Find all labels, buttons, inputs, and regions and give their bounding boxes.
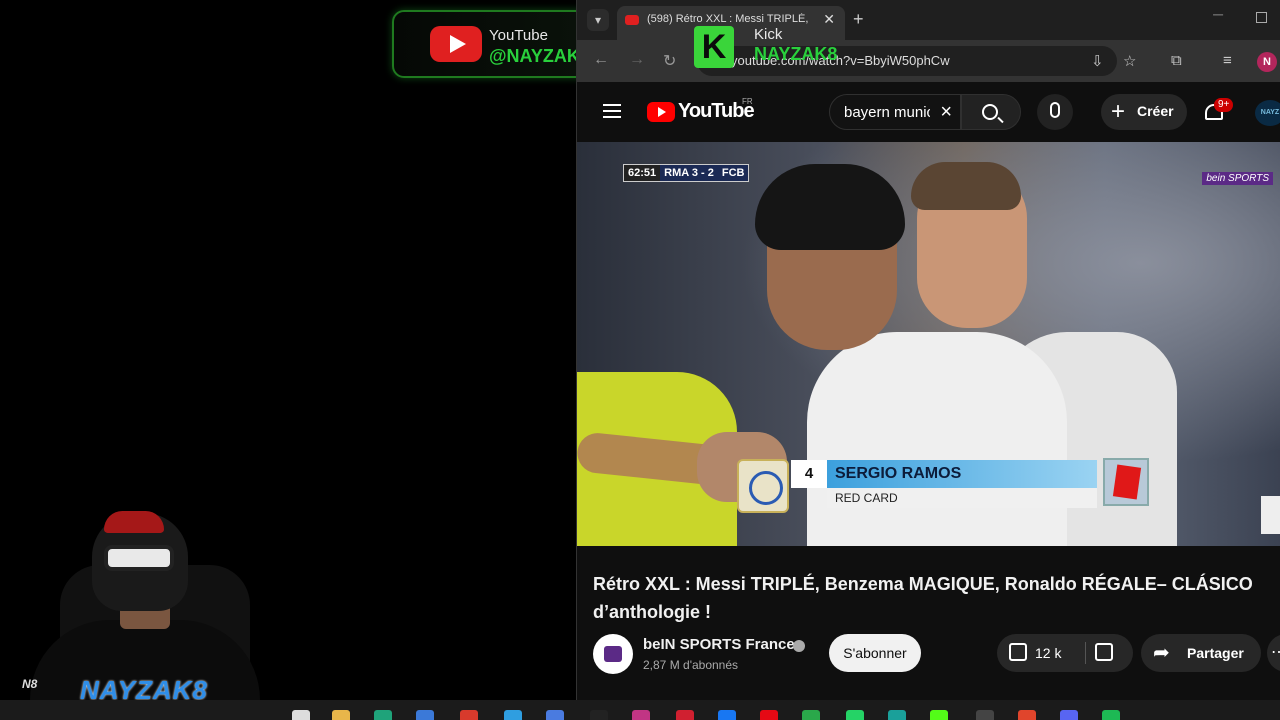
- taskbar-app-icon[interactable]: [460, 710, 478, 720]
- channel-avatar[interactable]: [593, 634, 633, 674]
- card-caption: RED CARD: [827, 488, 1097, 508]
- overlay-kick-handle: NAYZAK8: [754, 44, 838, 64]
- microphone-icon: [1050, 102, 1060, 118]
- minimize-icon[interactable]: ─: [1213, 6, 1223, 22]
- player-lower-third: 4 SERGIO RAMOS RED CARD: [737, 456, 1152, 514]
- subscriber-count: 2,87 M d'abonnés: [643, 658, 739, 672]
- webcam-feed: N8 NAYZAK8: [0, 495, 290, 720]
- region-code: FR: [742, 97, 753, 106]
- search-value: bayern munich: [844, 104, 930, 121]
- maximize-icon[interactable]: [1256, 12, 1267, 23]
- shirt-small-logo: N8: [22, 677, 38, 691]
- verified-check-icon: [793, 640, 805, 652]
- youtube-handle-overlay: YouTube @NAYZAK8: [392, 10, 592, 78]
- thumbs-up-icon[interactable]: [1009, 643, 1027, 661]
- endscreen-thumbnail[interactable]: [1261, 496, 1280, 534]
- bookmark-star-icon[interactable]: ☆: [1123, 52, 1136, 70]
- forward-arrow-icon[interactable]: →: [629, 51, 645, 69]
- youtube-header: YouTube FR bayern munich × + Créer 9+ NA…: [577, 82, 1280, 142]
- taskbar-app-icon[interactable]: [976, 710, 994, 720]
- plus-icon: +: [1111, 98, 1126, 125]
- match-clock: 62:51: [624, 165, 661, 181]
- overlay-kick-brand: Kick: [754, 26, 783, 43]
- youtube-logo-icon: [430, 26, 482, 62]
- kick-handle-overlay: K Kick NAYZAK8: [690, 22, 860, 72]
- subscribe-button[interactable]: S'abonner: [829, 634, 921, 672]
- like-count[interactable]: 12 k: [1035, 645, 1061, 661]
- thumbs-down-icon[interactable]: [1095, 643, 1113, 661]
- taskbar-kick-icon[interactable]: [930, 710, 948, 720]
- extensions-icon[interactable]: ⧉: [1171, 52, 1182, 69]
- helmet-red-top: [104, 511, 164, 533]
- taskbar-app-icon[interactable]: [888, 710, 906, 720]
- taskbar-discord-icon[interactable]: [1060, 710, 1078, 720]
- red-card-icon: [1103, 458, 1149, 506]
- address-toolbar: ← → ↻ youtube.com/watch?v=BbyiW50phCw ⇩ …: [577, 40, 1280, 82]
- share-button[interactable]: ➦ Partager: [1141, 634, 1261, 672]
- broadcaster-logo: bein SPORTS: [1202, 172, 1273, 185]
- search-input[interactable]: bayern munich ×: [829, 94, 961, 130]
- profile-avatar[interactable]: N: [1257, 52, 1277, 72]
- back-arrow-icon[interactable]: ←: [593, 51, 609, 69]
- channel-name[interactable]: beIN SPORTS France: [643, 636, 795, 653]
- create-label: Créer: [1137, 103, 1174, 119]
- video-title: Rétro XXL : Messi TRIPLÉ, Benzema MAGIQU…: [593, 574, 1253, 622]
- install-app-icon[interactable]: ⇩: [1091, 52, 1104, 70]
- screen: YouTube @NAYZAK8 N8 NAYZAK8 ▾ (598) Rétr…: [0, 0, 1280, 720]
- overlay-youtube-handle: @NAYZAK8: [489, 46, 590, 66]
- taskbar-app-icon[interactable]: [590, 710, 608, 720]
- create-button[interactable]: + Créer: [1101, 94, 1187, 130]
- clear-search-icon[interactable]: ×: [940, 101, 952, 124]
- opponent-team: FCB: [721, 167, 745, 179]
- player-name: SERGIO RAMOS: [827, 460, 1097, 488]
- youtube-logo-icon[interactable]: [647, 102, 675, 122]
- tab-search-dropdown-icon[interactable]: ▾: [587, 9, 609, 31]
- taskbar-chrome-icon[interactable]: [1018, 710, 1036, 720]
- real-madrid-crest-icon: [737, 459, 789, 513]
- video-player[interactable]: 62:51 RMA 3 - 2 FCB bein SPORTS 4 SERGIO…: [577, 142, 1280, 546]
- taskbar-app-icon[interactable]: [802, 710, 820, 720]
- overlay-youtube-brand: YouTube: [489, 27, 548, 44]
- taskbar-facebook-icon[interactable]: [718, 710, 736, 720]
- player-number: 4: [791, 460, 827, 488]
- reload-icon[interactable]: ↻: [663, 51, 676, 71]
- taskbar-app-icon[interactable]: [504, 710, 522, 720]
- youtube-favicon-icon: [625, 15, 639, 25]
- taskbar-file-icon[interactable]: [292, 710, 310, 720]
- account-avatar[interactable]: NAYZ: [1255, 100, 1280, 126]
- player-ramos-hair: [911, 162, 1021, 210]
- taskbar-store-icon[interactable]: [416, 710, 434, 720]
- menu-hamburger-icon[interactable]: [603, 104, 621, 118]
- taskbar-whatsapp-icon[interactable]: [846, 710, 864, 720]
- taskbar-app-icon[interactable]: [676, 710, 694, 720]
- more-actions-icon[interactable]: ⋯: [1267, 634, 1280, 672]
- like-dislike-group: 12 k: [997, 634, 1133, 672]
- taskbar-spotify-icon[interactable]: [1102, 710, 1120, 720]
- taskbar-instagram-icon[interactable]: [632, 710, 650, 720]
- taskbar-folder-icon[interactable]: [332, 710, 350, 720]
- taskbar-app-icon[interactable]: [546, 710, 564, 720]
- helmet-visor: [104, 545, 174, 571]
- share-arrow-icon: ➦: [1153, 642, 1170, 664]
- taskbar: [0, 700, 1280, 720]
- taskbar-app-icon[interactable]: [374, 710, 392, 720]
- voice-search-button[interactable]: [1037, 94, 1073, 130]
- browser-window: ▾ (598) Rétro XXL : Messi TRIPLÉ, ✕ + ─ …: [576, 0, 1280, 700]
- tab-bar: ▾ (598) Rétro XXL : Messi TRIPLÉ, ✕ + ─: [577, 0, 1280, 40]
- like-divider: [1085, 642, 1086, 664]
- match-score: RMA 3 - 2: [664, 167, 714, 179]
- search-button[interactable]: [961, 94, 1021, 130]
- notification-badge: 9+: [1214, 98, 1234, 112]
- share-label: Partager: [1187, 645, 1244, 661]
- kick-logo-icon: K: [694, 26, 734, 68]
- media-controls-icon[interactable]: ≡: [1223, 52, 1232, 69]
- scorebug: 62:51 RMA 3 - 2 FCB: [623, 164, 750, 182]
- taskbar-netflix-icon[interactable]: [760, 710, 778, 720]
- bein-logo-icon: [604, 646, 622, 662]
- player-pepe-hair: [755, 164, 905, 250]
- search-icon: [982, 104, 998, 120]
